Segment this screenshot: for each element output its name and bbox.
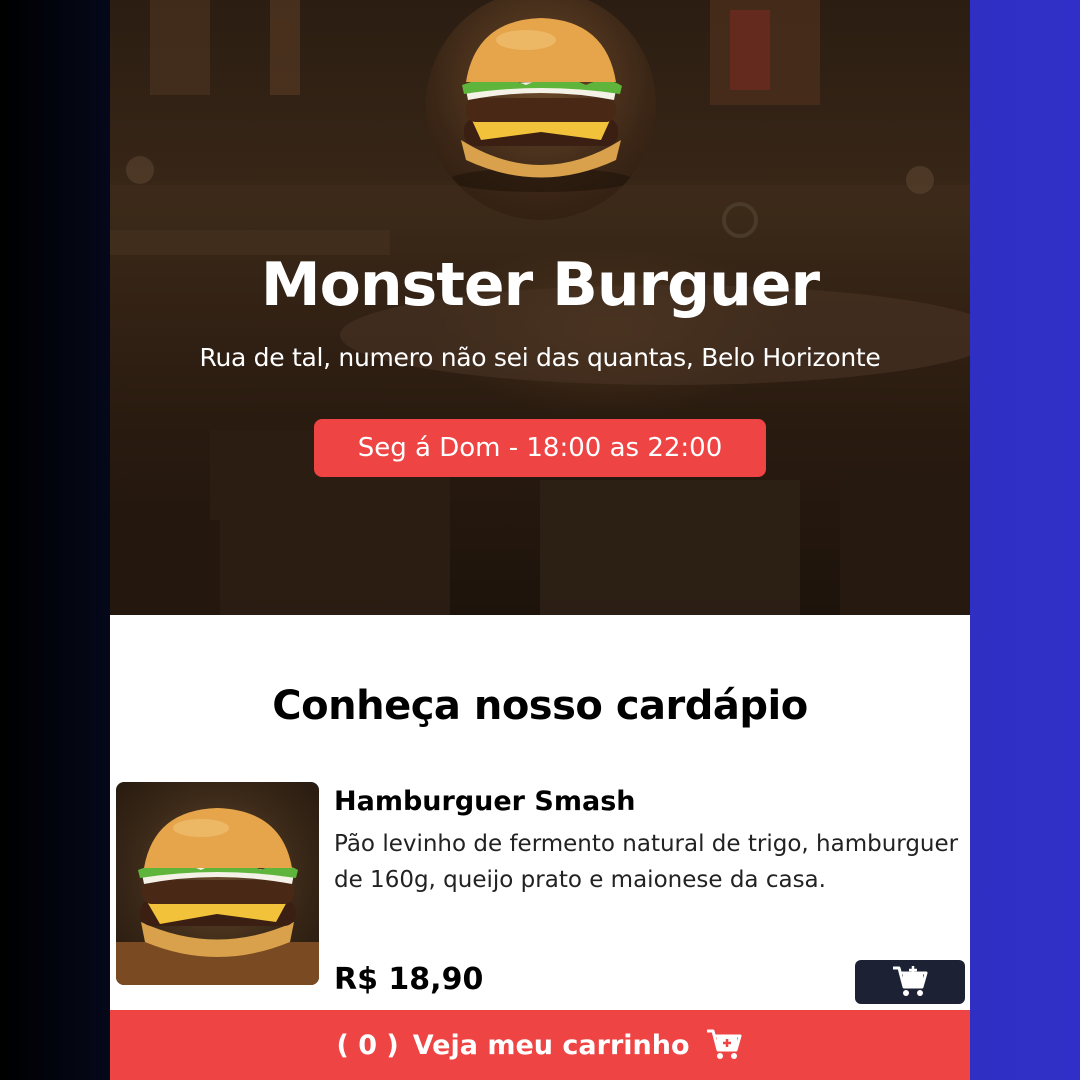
cart-plus-icon [706,1029,742,1059]
restaurant-name: Monster Burguer [260,250,820,320]
cart-plus-icon [893,966,928,996]
opening-hours-badge: Seg á Dom - 18:00 as 22:00 [314,419,766,477]
add-to-cart-button[interactable] [855,960,965,1004]
menu-section-title: Conheça nosso cardápio [272,683,808,729]
menu-item-image [116,782,319,985]
menu-item-description: Pão levinho de fermento natural de trigo… [334,831,959,893]
burger-photo-icon [116,808,319,985]
burger-logo-icon [426,0,656,220]
menu-item-price: R$ 18,90 [334,962,484,997]
opening-hours-text: Seg á Dom - 18:00 as 22:00 [357,433,723,463]
view-cart-button[interactable]: ( 0 ) Veja meu carrinho [110,1010,970,1080]
app-screen: Monster Burguer Rua de tal, numero não s… [110,0,970,1080]
burger-illustration [449,18,633,192]
cart-label: Veja meu carrinho [412,1029,690,1061]
menu-item-name: Hamburguer Smash [334,786,636,817]
cart-count: ( 0 ) [336,1029,399,1061]
hero-header: Monster Burguer Rua de tal, numero não s… [110,0,970,615]
restaurant-address: Rua de tal, numero não sei das quantas, … [199,343,881,372]
